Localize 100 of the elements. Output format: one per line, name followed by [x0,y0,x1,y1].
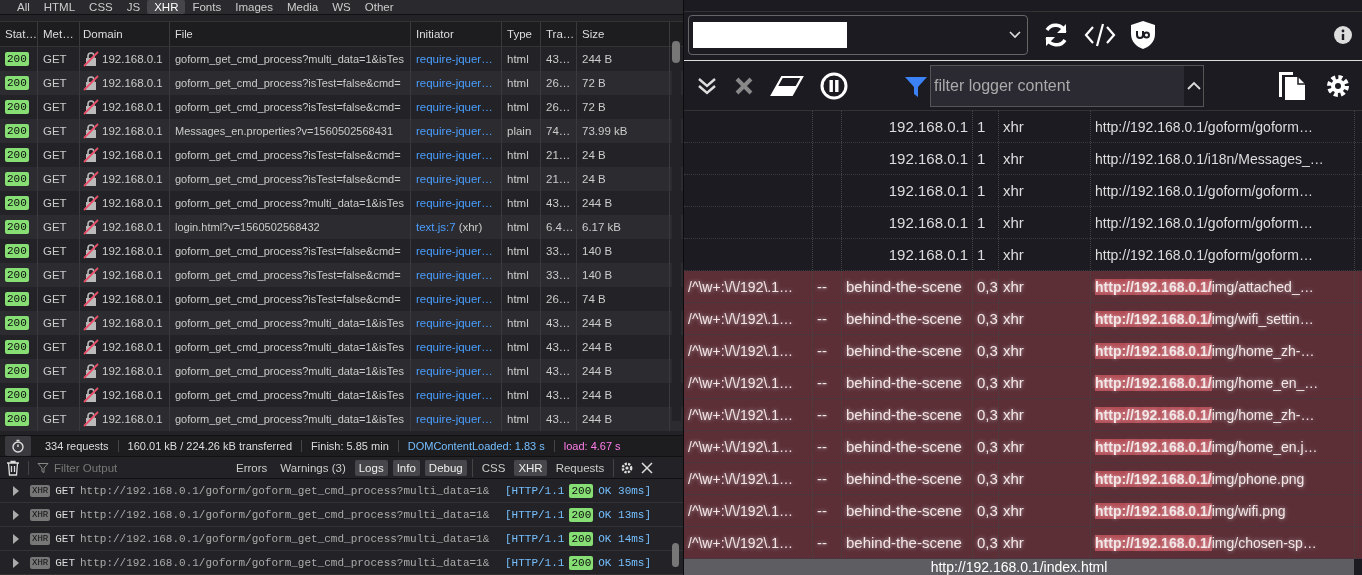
shield-icon[interactable] [1130,19,1156,50]
initiator-link[interactable]: require-jquer… [416,125,493,137]
filter-tab[interactable]: HTML [36,0,83,14]
clear-x-icon[interactable] [734,75,754,96]
initiator-link[interactable]: require-jquer… [416,245,493,257]
page-select[interactable] [688,14,1028,55]
context-cell: 192.168.0.1 [842,111,973,142]
initiator-link[interactable]: require-jquer… [416,389,493,401]
count-cell: 1 [973,207,999,238]
filter-tab[interactable]: CSS [82,0,120,14]
insecure-lock-icon [83,411,99,427]
insecure-lock-icon [83,315,99,331]
initiator-link[interactable]: require-jquer… [416,365,493,377]
column-header[interactable]: Size [577,22,670,46]
copy-document-icon[interactable] [1276,69,1308,102]
status-badge: 200 [5,316,29,330]
count-cell: 1 [973,239,999,270]
column-header[interactable]: Met… [38,22,80,46]
initiator-link[interactable]: text.js:7 [416,221,456,233]
status-badge: 200 [5,220,29,234]
table-cell: html [502,407,541,431]
type-cell: xhr [999,463,1091,494]
url-cell: http://192.168.0.1/img/attached_… [1091,271,1355,302]
type-cell: xhr [999,335,1091,366]
expand-triangle-icon[interactable] [12,485,20,496]
url-cell: http://192.168.0.1/img/home_zh-… [1091,399,1355,430]
initiator-link[interactable]: require-jquer… [416,341,493,353]
log-level-toggle[interactable]: Errors [232,459,272,476]
table-cell: 192.168.0.1 [102,101,163,113]
trash-icon[interactable] [6,459,20,476]
filter-tab[interactable]: Other [357,0,401,14]
initiator-link[interactable]: require-jquer… [416,317,493,329]
source-toggle[interactable]: CSS [477,459,510,476]
context-cell: behind-the-scene [842,431,973,462]
count-cell: 0,3 [973,335,999,366]
filter-tab[interactable]: WS [325,0,358,14]
xhr-badge: XHR [30,484,51,497]
status-badge: 200 [5,388,29,402]
initiator-link[interactable]: require-jquer… [416,413,493,425]
insecure-lock-icon [83,171,99,187]
filter-rule: /^\w+:\/\/192\.1… [684,303,813,334]
filter-tab[interactable]: XHR [147,0,186,14]
status-badge: 200 [5,52,29,66]
log-level-toggle[interactable]: Info [392,459,420,476]
context-cell: behind-the-scene [842,367,973,398]
log-level-toggle[interactable]: Debug [424,459,467,476]
source-toggle[interactable]: XHR [514,459,547,476]
filter-tab[interactable]: Images [228,0,280,14]
filter-output-field[interactable]: Filter Output [52,460,216,475]
initiator-link[interactable]: require-jquer… [416,101,493,113]
column-header[interactable]: Type [502,22,541,46]
column-header[interactable]: Stat… [0,22,38,46]
status-badge: 200 [569,507,594,522]
filter-tab[interactable]: Fonts [185,0,229,14]
request-url-link[interactable]: http://192.168.0.1/goform/goform_get_cmd_process?multi_data=1& [80,508,500,521]
insecure-lock-icon [83,363,99,379]
initiator-link[interactable]: require-jquer… [416,53,493,65]
code-icon[interactable] [1084,21,1116,48]
scrollbar[interactable] [672,41,681,421]
scrollbar[interactable] [672,543,679,567]
close-icon[interactable] [640,460,655,475]
filter-tab[interactable]: All [10,0,37,14]
type-cell: xhr [999,111,1091,142]
eraser-icon[interactable] [770,74,804,97]
column-header[interactable]: Initiator [411,22,502,46]
info-icon[interactable] [1334,25,1352,44]
expand-triangle-icon[interactable] [12,509,20,520]
column-header[interactable]: Domain [80,22,170,46]
url-cell: http://192.168.0.1/img/home_en.j… [1091,431,1355,462]
rule-mark: -- [813,271,842,302]
initiator-link[interactable]: require-jquer… [416,149,493,161]
response-time: OK 15ms] [598,556,652,569]
initiator-link[interactable]: require-jquer… [416,293,493,305]
initiator-link[interactable]: require-jquer… [416,269,493,281]
initiator-link[interactable]: require-jquer… [416,173,493,185]
performance-button[interactable] [5,436,31,456]
count-cell: 0,3 [973,399,999,430]
column-header[interactable]: Tra… [541,22,577,46]
initiator-link[interactable]: require-jquer… [416,77,493,89]
request-url-link[interactable]: http://192.168.0.1/goform/goform_get_cmd_process?multi_data=1& [80,556,500,569]
log-level-toggle[interactable]: Logs [354,459,388,476]
expand-triangle-icon[interactable] [12,533,20,544]
table-cell: 192.168.0.1 [102,53,163,65]
filter-tab[interactable]: Media [279,0,326,14]
filter-tab[interactable]: JS [119,0,148,14]
log-level-toggle[interactable]: Warnings (3) [276,459,350,476]
rule-mark: -- [813,399,842,430]
request-url-link[interactable]: http://192.168.0.1/goform/goform_get_cmd_process?multi_data=1& [80,484,500,497]
count-cell: 0,3 [973,303,999,334]
expand-triangle-icon[interactable] [12,557,20,568]
filter-rule: /^\w+:\/\/192\.1… [684,335,813,366]
initiator-link[interactable]: require-jquer… [416,197,493,209]
insecure-lock-icon [83,195,99,211]
request-url-link[interactable]: http://192.168.0.1/goform/goform_get_cmd_process?multi_data=1& [80,532,500,545]
pause-icon[interactable] [820,71,848,100]
column-header[interactable]: File [170,22,411,46]
count-cell: 1 [973,143,999,174]
url-cell: http://192.168.0.1/goform/goform… [1091,111,1355,142]
source-toggle[interactable]: Requests [551,459,609,476]
table-cell: 192.168.0.1 [102,317,163,329]
